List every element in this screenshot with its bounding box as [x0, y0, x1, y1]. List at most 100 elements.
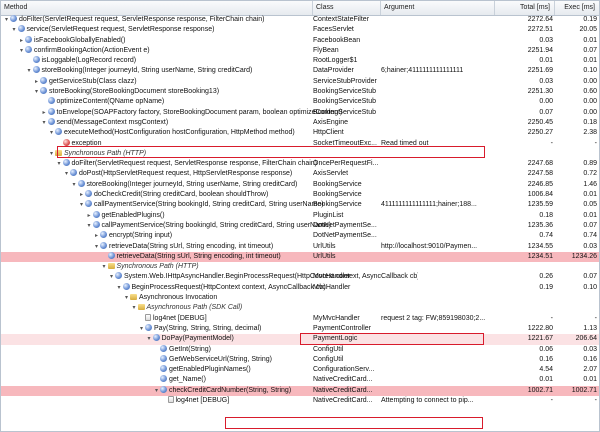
- log-entry-icon: [167, 395, 174, 403]
- expand-toggle-icon[interactable]: ▸: [86, 211, 93, 221]
- column-header-argument[interactable]: Argument: [381, 1, 495, 15]
- table-row[interactable]: ▾ executeMethod(HostConfiguration hostCon…: [1, 128, 599, 138]
- collapse-toggle-icon[interactable]: ▾: [63, 169, 70, 179]
- table-row[interactable]: ▸ getEnabledPlugins() PluginList 0.18 0.01: [1, 210, 599, 221]
- exec-cell: [555, 262, 597, 272]
- collapse-toggle-icon[interactable]: ▾: [153, 386, 160, 396]
- total-cell: 2250.27: [527, 129, 553, 137]
- table-row[interactable]: ▾ storeBooking(Integer journeyId, String …: [1, 66, 599, 76]
- collapse-toggle-icon[interactable]: ▾: [123, 293, 130, 303]
- collapse-toggle-icon[interactable]: ▾: [146, 334, 153, 344]
- class-cell: HttpClient: [313, 129, 344, 137]
- collapse-toggle-icon[interactable]: ▾: [11, 25, 18, 35]
- argument-cell: [381, 375, 493, 385]
- argument-cell: [381, 77, 493, 87]
- table-row[interactable]: optimizeContent(QName opName) BookingServ…: [1, 97, 599, 107]
- table-row[interactable]: ▾ doPost(HttpServletRequest request, Http…: [1, 169, 599, 179]
- table-row[interactable]: ▾ callPaymentService(String bookingId, St…: [1, 200, 599, 210]
- table-row[interactable]: ▾ Synchronous Path (HTTP): [1, 149, 599, 159]
- class-cell: PaymentController: [313, 324, 371, 332]
- table-row[interactable]: ▸ toEnvelope(SOAPFactory factory, StoreBo…: [1, 107, 599, 118]
- table-row[interactable]: GetWebServiceUrl(String, String) ConfigUt…: [1, 354, 599, 365]
- collapse-toggle-icon[interactable]: ▾: [56, 159, 63, 169]
- expand-toggle-icon[interactable]: ▸: [33, 77, 40, 87]
- class-cell: MvcHandler: [313, 283, 351, 291]
- table-row[interactable]: ▾ storeBooking(Integer journeyId, String …: [1, 179, 599, 190]
- collapse-toggle-icon[interactable]: ▾: [26, 66, 33, 76]
- exec-cell: 0.00: [583, 108, 597, 116]
- collapse-toggle-icon[interactable]: ▾: [33, 87, 40, 97]
- collapse-toggle-icon[interactable]: ▾: [138, 324, 145, 334]
- table-row[interactable]: ▾ System.Web.IHttpAsyncHandler.BeginProce…: [1, 272, 599, 282]
- table-row[interactable]: ▸ encrypt(String input) DotNetPaymentSe...…: [1, 231, 599, 241]
- argument-cell: 4111111111111111;hainer;188...: [381, 201, 477, 209]
- total-cell: [495, 303, 553, 313]
- exec-cell: 0.89: [583, 160, 597, 168]
- column-header-class[interactable]: Class: [313, 1, 381, 15]
- table-row[interactable]: ▾ send(MessageContext msgContext) AxisEngi…: [1, 117, 599, 128]
- total-cell: 0.74: [539, 232, 553, 240]
- exec-cell: -: [594, 396, 597, 404]
- table-row[interactable]: ▾ DoPay(PaymentModel) PaymentLogic 1221.67 2…: [1, 334, 599, 345]
- column-header-method[interactable]: Method: [1, 1, 313, 15]
- argument-cell: [381, 386, 493, 396]
- method-icon: [160, 344, 167, 352]
- table-row[interactable]: ▾ Asynchronous Invocation: [1, 293, 599, 303]
- table-row[interactable]: retrieveData(String sUrl, String encodin…: [1, 251, 599, 263]
- expand-toggle-icon[interactable]: ▸: [18, 36, 25, 46]
- exec-cell: 0.72: [583, 170, 597, 178]
- table-row[interactable]: GetInt(String) ConfigUtil 0.06 0.03: [1, 344, 599, 355]
- collapse-toggle-icon[interactable]: ▾: [131, 303, 138, 313]
- table-row[interactable]: ▾ Pay(String, String, String, decimal) Pay…: [1, 323, 599, 334]
- table-row[interactable]: ▸ doCheckCredit(String creditCard, boolea…: [1, 190, 599, 200]
- total-cell: 2251.30: [527, 88, 553, 96]
- table-row[interactable]: ▾ checkCreditCardNumber(String, String) Na…: [1, 385, 599, 396]
- table-row[interactable]: log4net [DEBUG] NativeCreditCard... Attemp…: [1, 395, 599, 406]
- table-row[interactable]: ▾ Asynchronous Path (SDK Call): [1, 303, 599, 313]
- method-icon: [145, 323, 152, 331]
- table-row[interactable]: ▾ doFilter(ServletRequest request, Servle…: [1, 159, 599, 169]
- table-row[interactable]: log4net [DEBUG] MyMvcHandler request 2 tag…: [1, 313, 599, 324]
- table-row[interactable]: exception SocketTimeoutExc... Read timed o…: [1, 138, 599, 149]
- collapse-toggle-icon[interactable]: ▾: [71, 180, 78, 190]
- total-cell: 2272.64: [527, 16, 553, 23]
- argument-cell: [381, 293, 493, 303]
- collapse-toggle-icon[interactable]: ▾: [48, 128, 55, 138]
- table-row[interactable]: ▾ service(ServletRequest request, Servlet…: [1, 25, 599, 35]
- expand-toggle-icon[interactable]: ▸: [78, 190, 85, 200]
- expand-toggle-icon[interactable]: ▸: [41, 108, 48, 118]
- column-header-total[interactable]: Total [ms]: [495, 1, 555, 15]
- total-cell: 0.00: [539, 98, 553, 106]
- table-row[interactable]: ▸ getServiceStub(Class clazz) ServiceStubP…: [1, 76, 599, 87]
- table-row[interactable]: getEnabledPluginNames() ConfigurationServ…: [1, 365, 599, 375]
- collapse-toggle-icon[interactable]: ▾: [41, 118, 48, 128]
- exec-cell: [555, 293, 597, 303]
- method-icon: [122, 282, 130, 290]
- table-row[interactable]: ▾ callPaymentService(String bookingId, St…: [1, 220, 599, 231]
- collapse-toggle-icon[interactable]: ▾: [78, 200, 85, 210]
- method-icon: [25, 35, 32, 43]
- table-row[interactable]: ▾ BeginProcessRequest(HttpContext context…: [1, 282, 599, 293]
- collapse-toggle-icon[interactable]: ▾: [48, 149, 55, 159]
- table-row[interactable]: get_Name() NativeCreditCard... 0.01 0.01: [1, 375, 599, 385]
- method-icon: [62, 159, 70, 167]
- table-row[interactable]: ▾ retrieveData(String sUrl, String encodi…: [1, 241, 599, 252]
- table-row[interactable]: ▾ Synchronous Path (HTTP): [1, 262, 599, 272]
- collapse-toggle-icon[interactable]: ▾: [93, 242, 100, 252]
- collapse-toggle-icon[interactable]: ▾: [3, 15, 10, 25]
- collapse-toggle-icon[interactable]: ▾: [18, 46, 25, 56]
- total-cell: 2272.51: [527, 26, 553, 34]
- collapse-toggle-icon[interactable]: ▾: [116, 283, 123, 293]
- table-row[interactable]: isLoggable(LogRecord record) RootLogger$1…: [1, 56, 599, 66]
- expand-toggle-icon[interactable]: ▸: [93, 231, 100, 241]
- total-cell: 1234.55: [527, 242, 553, 250]
- table-row[interactable]: ▾ doFilter(ServletRequest request, Servle…: [1, 15, 599, 25]
- collapse-toggle-icon[interactable]: ▾: [101, 262, 108, 272]
- table-row[interactable]: ▾ storeBooking(StoreBookingDocument store…: [1, 87, 599, 97]
- table-row[interactable]: ▸ isFacebookGloballyEnabled() FacebookBean…: [1, 35, 599, 46]
- argument-cell: [381, 118, 493, 128]
- table-row[interactable]: ▾ confirmBookingAction(ActionEvent e) FlyB…: [1, 45, 599, 56]
- collapse-toggle-icon[interactable]: ▾: [86, 221, 93, 231]
- collapse-toggle-icon[interactable]: ▾: [108, 272, 115, 282]
- column-header-exec[interactable]: Exec [ms]: [555, 1, 599, 15]
